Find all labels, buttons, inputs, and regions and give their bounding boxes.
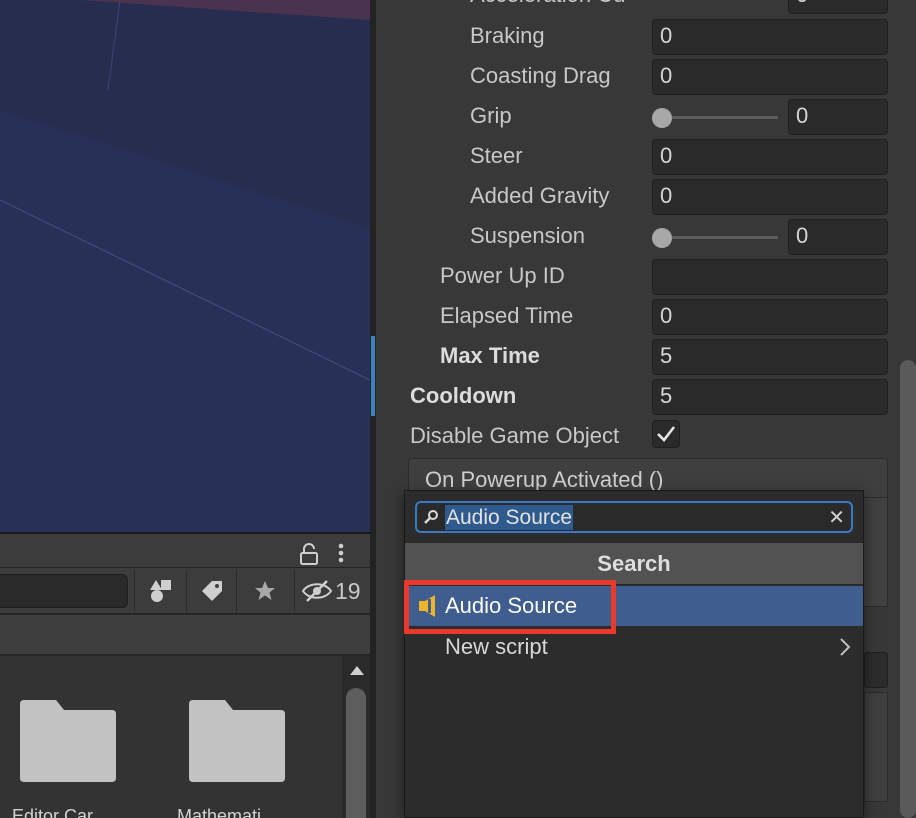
coasting-drag-field[interactable]: 0 <box>652 59 888 95</box>
power-up-id-field[interactable] <box>652 259 888 295</box>
field-label: Steer <box>470 143 523 168</box>
cooldown-field[interactable]: 5 <box>652 379 888 415</box>
project-scrollbar[interactable] <box>342 656 370 818</box>
highlight-annotation <box>404 580 616 634</box>
field-row-max-time: Max Time 5 <box>376 337 896 377</box>
breadcrumb <box>0 615 370 655</box>
braking-field[interactable]: 0 <box>652 19 888 55</box>
field-label: Elapsed Time <box>440 303 574 328</box>
folder-label[interactable]: Mathemati <box>177 806 261 818</box>
hidden-packages-toggle[interactable]: 19 <box>294 570 370 612</box>
component-search-input[interactable]: Audio Source ✕ <box>415 501 853 533</box>
field-row-braking: Braking 0 <box>376 17 896 57</box>
field-label: Coasting Drag <box>470 63 611 88</box>
search-icon <box>424 510 438 524</box>
suspension-slider-track[interactable] <box>662 236 778 239</box>
max-time-field[interactable]: 5 <box>652 339 888 375</box>
favorites-button[interactable] <box>236 570 292 612</box>
scene-view[interactable] <box>0 0 370 532</box>
search-query-text[interactable]: Audio Source <box>445 505 574 530</box>
popup-title: Search <box>405 543 863 585</box>
search-by-type-button[interactable] <box>134 570 186 612</box>
field-row-cooldown: Cooldown 5 <box>376 377 896 417</box>
suspension-field[interactable]: 0 <box>788 219 888 255</box>
add-component-popup: Audio Source ✕ Search Audio Source New s… <box>404 490 864 818</box>
scroll-thumb[interactable] <box>346 688 366 818</box>
elapsed-time-field[interactable]: 0 <box>652 299 888 335</box>
acceleration-curve-field[interactable]: 0 <box>788 0 888 14</box>
checkmark-icon <box>657 426 676 442</box>
field-row-power-up-id: Power Up ID <box>376 257 896 297</box>
inspector-field-stub[interactable] <box>864 652 888 688</box>
star-icon <box>254 581 275 600</box>
eye-slash-icon <box>301 580 333 602</box>
search-by-label-button[interactable] <box>186 570 236 612</box>
scroll-up-arrow-icon[interactable] <box>350 666 364 675</box>
field-label: Max Time <box>440 343 540 368</box>
field-label: Added Gravity <box>470 183 610 208</box>
field-label: Braking <box>470 23 545 48</box>
added-gravity-field[interactable]: 0 <box>652 179 888 215</box>
project-search-input[interactable] <box>0 574 128 608</box>
steer-field[interactable]: 0 <box>652 139 888 175</box>
grip-field[interactable]: 0 <box>788 99 888 135</box>
field-row-grip: Grip 0 <box>376 97 896 137</box>
field-label: Disable Game Object <box>410 423 620 448</box>
disable-game-object-checkbox[interactable] <box>652 420 680 448</box>
field-row-added-gravity: Added Gravity 0 <box>376 177 896 217</box>
project-window: 19 Editor Car Mathemati <box>0 532 370 818</box>
inspector-scrollbar[interactable] <box>900 360 916 818</box>
project-window-header <box>0 532 370 568</box>
hidden-count: 19 <box>335 577 361 604</box>
field-row-suspension: Suspension 0 <box>376 217 896 257</box>
project-assets-grid: Editor Car Mathemati <box>0 656 342 818</box>
field-row-steer: Steer 0 <box>376 137 896 177</box>
scene-grid <box>0 0 370 532</box>
shapes-icon <box>149 580 171 602</box>
lock-icon[interactable] <box>298 543 320 565</box>
more-options-icon[interactable] <box>334 542 348 564</box>
suspension-slider-handle[interactable] <box>652 228 672 248</box>
field-row-acceleration-curve: Acceleration Cu 0 <box>376 0 896 16</box>
inspector-list-stub <box>864 692 888 802</box>
field-label: Power Up ID <box>440 263 565 288</box>
folder-icon[interactable] <box>18 698 118 784</box>
tag-icon <box>201 581 222 601</box>
field-label: Suspension <box>470 223 585 248</box>
folder-icon[interactable] <box>187 698 287 784</box>
field-row-coasting-drag: Coasting Drag 0 <box>376 57 896 97</box>
project-toolbar: 19 <box>0 568 370 614</box>
component-item-label: New script <box>445 634 548 659</box>
grip-slider-handle[interactable] <box>652 108 672 128</box>
field-row-elapsed-time: Elapsed Time 0 <box>376 297 896 337</box>
focus-accent <box>371 336 375 416</box>
field-label: Grip <box>470 103 512 128</box>
field-label: Cooldown <box>410 383 517 408</box>
grip-slider-track[interactable] <box>662 116 778 119</box>
clear-search-icon[interactable]: ✕ <box>828 507 845 527</box>
field-label: Acceleration Cu <box>470 0 625 8</box>
field-row-disable-game-object: Disable Game Object <box>376 417 896 457</box>
chevron-right-icon <box>840 638 851 656</box>
folder-label[interactable]: Editor Car <box>12 806 93 818</box>
